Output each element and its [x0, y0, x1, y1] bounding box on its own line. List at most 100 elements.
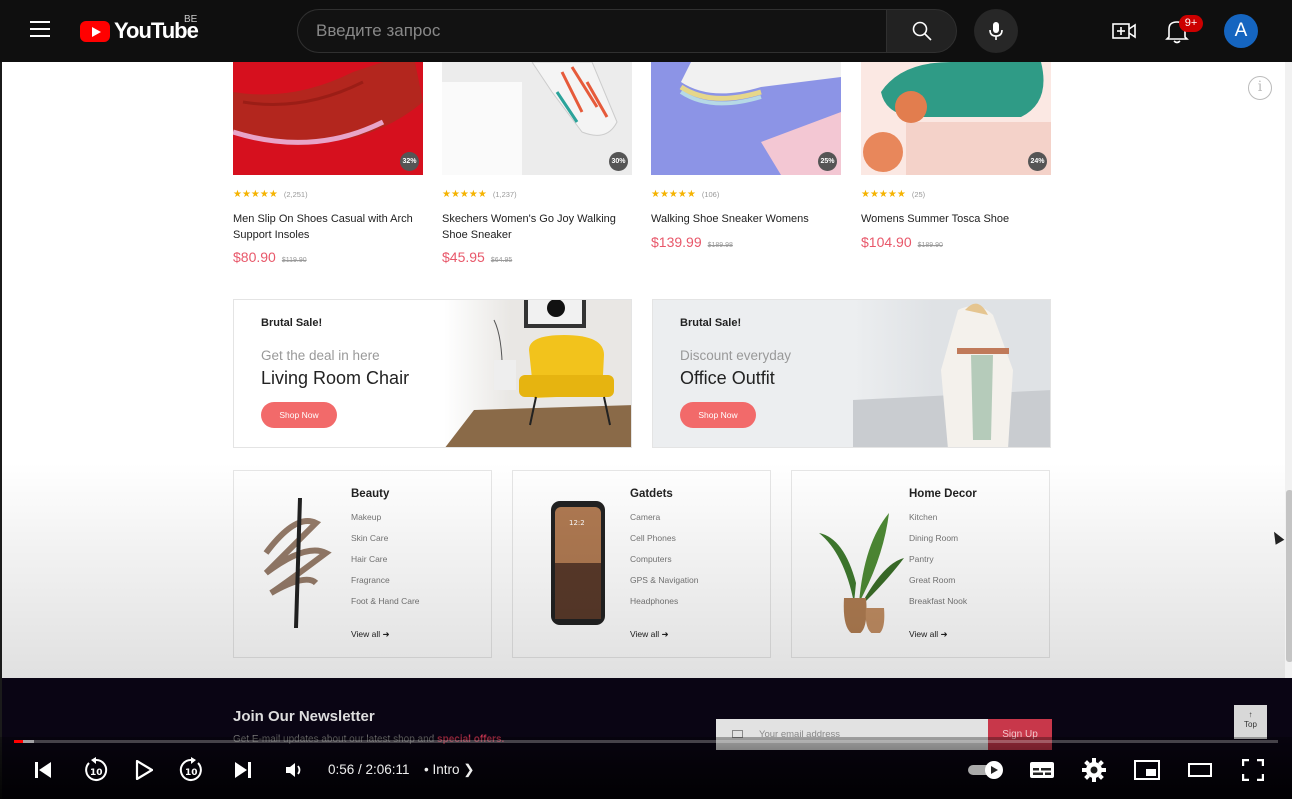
- smartphone-image: 12:2: [551, 501, 605, 625]
- category-link[interactable]: Makeup: [351, 512, 420, 533]
- youtube-play-logo-icon: [80, 20, 110, 42]
- category-title[interactable]: Beauty: [351, 488, 389, 500]
- outfit-image: [853, 300, 1050, 447]
- category-link[interactable]: Pantry: [909, 554, 967, 575]
- info-icon[interactable]: i: [1248, 76, 1272, 100]
- category-link[interactable]: Fragrance: [351, 575, 420, 596]
- replay-10-icon: 10: [85, 757, 108, 781]
- subtitles-icon: [1030, 762, 1054, 778]
- miniplayer-icon: [1134, 760, 1160, 780]
- view-all-label: View all: [909, 629, 939, 639]
- next-button[interactable]: [231, 756, 255, 784]
- arrow-right-icon: ➜: [382, 629, 390, 639]
- progress-bar[interactable]: [14, 740, 1278, 743]
- discount-badge: 30%: [609, 152, 628, 171]
- old-price: $64.95: [490, 257, 513, 264]
- star-rating: ★★★★★: [651, 188, 696, 200]
- skip-previous-icon: [35, 762, 51, 778]
- volume-button[interactable]: [282, 756, 306, 784]
- product-name[interactable]: Womens Summer Tosca Shoe: [861, 212, 1051, 228]
- banner-tag: Brutal Sale!: [261, 317, 323, 329]
- product-name[interactable]: Walking Shoe Sneaker Womens: [651, 212, 841, 228]
- microphone-icon: [989, 22, 1003, 40]
- category-link[interactable]: Camera: [630, 512, 699, 533]
- promo-banner-chair[interactable]: Brutal Sale! Get the deal in here Living…: [233, 299, 632, 448]
- view-all-link[interactable]: View all ➜: [630, 629, 669, 640]
- notification-count-badge: 9+: [1179, 15, 1203, 32]
- create-video-button[interactable]: [1111, 18, 1137, 44]
- arrow-right-icon: ➜: [940, 629, 948, 639]
- category-link[interactable]: Dining Room: [909, 533, 967, 554]
- top-label: Top: [1244, 720, 1257, 729]
- star-rating: ★★★★★: [861, 188, 906, 200]
- category-link[interactable]: Foot & Hand Care: [351, 596, 420, 617]
- category-link[interactable]: Hair Care: [351, 554, 420, 575]
- theater-mode-button[interactable]: [1187, 756, 1213, 784]
- view-all-link[interactable]: View all ➜: [351, 629, 390, 640]
- scroll-thumb: [1286, 490, 1292, 662]
- newsletter-title: Join Our Newsletter: [233, 708, 375, 725]
- potted-plant-image: [819, 513, 904, 633]
- forward-10-button[interactable]: 10: [177, 756, 205, 784]
- product-image-sneaker[interactable]: 30%: [442, 62, 632, 175]
- play-button[interactable]: [132, 756, 156, 784]
- svg-text:10: 10: [90, 768, 103, 778]
- review-count: (2,251): [283, 189, 308, 199]
- category-link[interactable]: GPS & Navigation: [630, 575, 699, 596]
- old-price: $119.90: [281, 257, 307, 264]
- star-rating: ★★★★★: [442, 188, 487, 200]
- category-link[interactable]: Kitchen: [909, 512, 967, 533]
- product-price: $104.90: [861, 233, 912, 250]
- old-price: $189.98: [707, 241, 733, 249]
- review-count: (106): [701, 189, 720, 199]
- fullscreen-button[interactable]: [1240, 756, 1266, 784]
- youtube-header: YouTube BE Введите запрос 9+ A: [0, 0, 1292, 62]
- chapter-button[interactable]: • Intro ❯: [424, 762, 475, 778]
- rewind-10-button[interactable]: 10: [82, 756, 110, 784]
- miniplayer-button[interactable]: [1133, 756, 1161, 784]
- search-input[interactable]: Введите запрос: [297, 9, 887, 53]
- search-button[interactable]: [886, 9, 957, 53]
- banner-tag: Brutal Sale!: [680, 317, 742, 329]
- product-name[interactable]: Men Slip On Shoes Casual with Arch Suppo…: [233, 212, 423, 243]
- category-link[interactable]: Headphones: [630, 596, 699, 617]
- category-link[interactable]: Cell Phones: [630, 533, 699, 554]
- progress-played: [14, 740, 23, 743]
- account-avatar[interactable]: A: [1224, 14, 1258, 48]
- search-icon: [912, 21, 932, 41]
- review-count: (1,237): [492, 189, 517, 199]
- shop-now-button[interactable]: Shop Now: [680, 402, 756, 428]
- settings-button[interactable]: [1081, 756, 1107, 784]
- banner-subtitle: Get the deal in here: [261, 348, 380, 363]
- product-card[interactable]: 30% ★★★★★ (1,237) Skechers Women's Go Joy…: [442, 62, 632, 265]
- product-card[interactable]: 24% ★★★★★ (25) Womens Summer Tosca Shoe $…: [861, 62, 1051, 250]
- video-frame[interactable]: 32% ★★★★★ (2,251) Men Slip On Shoes Casua…: [0, 62, 1292, 799]
- category-box-beauty: Beauty Makeup Skin Care Hair Care Fragra…: [233, 470, 492, 658]
- youtube-logo[interactable]: YouTube: [80, 18, 199, 44]
- promo-banner-outfit[interactable]: Brutal Sale! Discount everyday Office Ou…: [652, 299, 1051, 448]
- category-link[interactable]: Computers: [630, 554, 699, 575]
- category-link[interactable]: Breakfast Nook: [909, 596, 967, 617]
- category-title[interactable]: Home Decor: [909, 488, 977, 500]
- menu-icon[interactable]: [30, 21, 50, 39]
- back-to-top-button[interactable]: ↑ Top: [1234, 705, 1267, 739]
- product-card[interactable]: 25% ★★★★★ (106) Walking Shoe Sneaker Wome…: [651, 62, 841, 250]
- view-all-link[interactable]: View all ➜: [909, 629, 948, 640]
- category-link[interactable]: Skin Care: [351, 533, 420, 554]
- previous-button[interactable]: [30, 756, 56, 784]
- shop-now-button[interactable]: Shop Now: [261, 402, 337, 428]
- autoplay-toggle[interactable]: [966, 756, 1006, 784]
- product-price: $45.95: [442, 249, 485, 265]
- product-name[interactable]: Skechers Women's Go Joy Walking Shoe Sne…: [442, 212, 632, 243]
- voice-search-button[interactable]: [974, 9, 1018, 53]
- subtitles-button[interactable]: [1028, 756, 1056, 784]
- view-all-label: View all: [351, 629, 381, 639]
- category-title[interactable]: Gatdets: [630, 488, 673, 500]
- category-link[interactable]: Great Room: [909, 575, 967, 596]
- product-image-red-shoe[interactable]: 32%: [233, 62, 423, 175]
- product-image-white-sneaker[interactable]: 25%: [651, 62, 841, 175]
- review-count: (25): [911, 189, 926, 199]
- skip-next-icon: [235, 762, 251, 778]
- product-card[interactable]: 32% ★★★★★ (2,251) Men Slip On Shoes Casua…: [233, 62, 423, 265]
- product-image-green-shoe[interactable]: 24%: [861, 62, 1051, 175]
